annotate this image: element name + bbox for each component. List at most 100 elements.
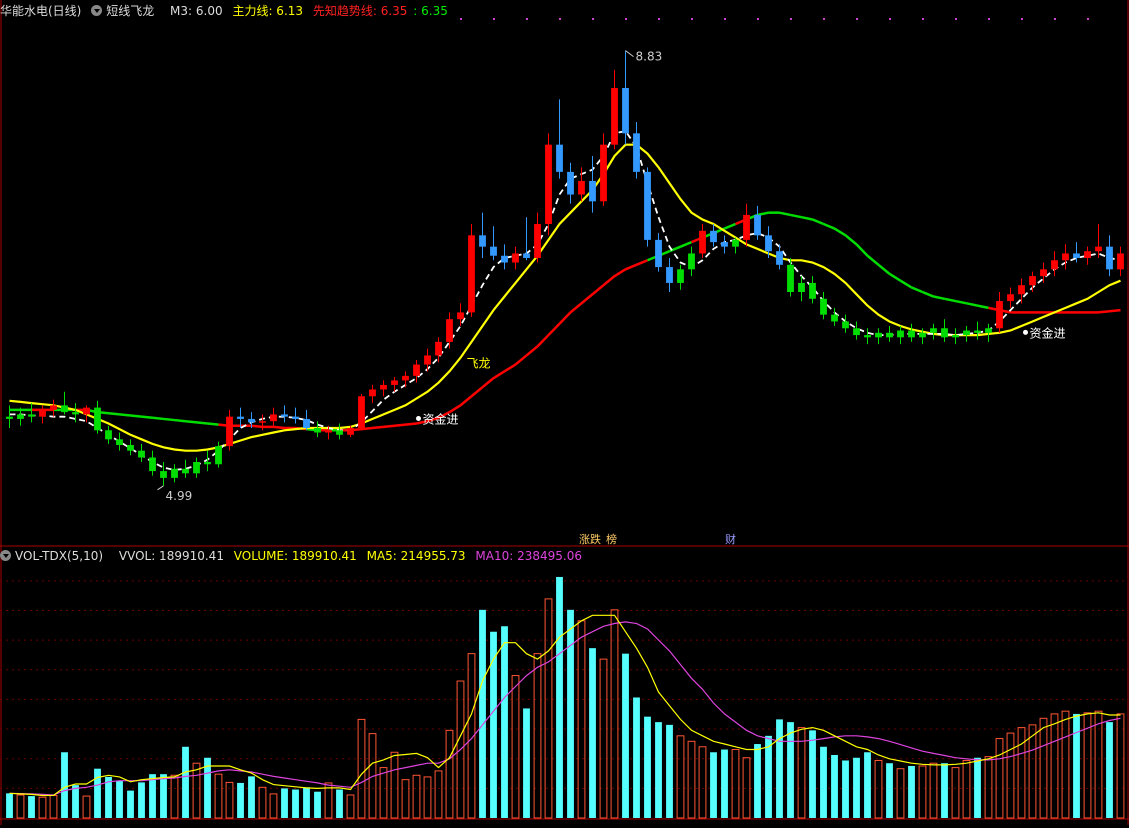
trend-line-segment bbox=[613, 268, 627, 278]
trend-line-segment bbox=[602, 275, 616, 287]
candle-body bbox=[215, 446, 222, 465]
main-indicator-lines bbox=[9, 130, 1121, 471]
top-dot-marker bbox=[625, 18, 627, 20]
candle-body bbox=[853, 328, 860, 336]
candle-body bbox=[6, 416, 13, 419]
volume-bar-down bbox=[28, 796, 35, 818]
candle-body bbox=[1084, 251, 1091, 258]
trend-line-segment bbox=[1109, 308, 1121, 313]
candle-body bbox=[523, 253, 530, 258]
volume-bar-down bbox=[479, 609, 486, 818]
ma10-line bbox=[9, 621, 1121, 796]
volume-bar-down bbox=[754, 744, 761, 818]
volume-bar-up bbox=[918, 765, 927, 819]
volume-bar-down bbox=[710, 752, 717, 818]
trend-line-segment bbox=[273, 425, 285, 430]
volume-value: VOLUME: 189910.41 bbox=[233, 549, 357, 563]
volume-bar-up bbox=[511, 675, 520, 819]
volume-bar-down bbox=[523, 708, 530, 818]
volume-bar-up bbox=[1061, 710, 1070, 819]
top-dot-marker bbox=[559, 18, 561, 20]
volume-bar-down bbox=[787, 722, 794, 818]
trend-line-segment bbox=[481, 377, 495, 389]
top-dot-marker bbox=[724, 18, 726, 20]
volume-bar-down bbox=[974, 757, 981, 818]
flag-cai[interactable]: 财 bbox=[723, 533, 738, 547]
flag-bang[interactable]: 榜 bbox=[604, 533, 619, 547]
xianzhi-label: 先知趋势线: 6.35 bbox=[312, 4, 408, 18]
volume-bar-up bbox=[544, 598, 553, 819]
candle-body bbox=[380, 384, 387, 390]
candle-body bbox=[1051, 260, 1058, 270]
candle-body bbox=[820, 298, 827, 315]
trend-line-segment bbox=[459, 395, 473, 407]
flag-zhangdie[interactable]: 涨跌 bbox=[577, 533, 603, 547]
volume-bar-down bbox=[1106, 722, 1113, 818]
candle-body bbox=[501, 255, 508, 263]
volume-bar-up bbox=[192, 762, 201, 819]
volume-bar-up bbox=[599, 658, 608, 819]
candle-body bbox=[1007, 294, 1014, 302]
dropdown-icon[interactable] bbox=[0, 550, 11, 561]
candle-body bbox=[567, 171, 574, 195]
candle-body bbox=[787, 264, 794, 292]
volume-bar-down bbox=[831, 755, 838, 818]
candle-body bbox=[765, 235, 772, 252]
trend-line-segment bbox=[779, 211, 791, 217]
candle-body bbox=[556, 144, 563, 172]
top-dot-marker bbox=[592, 18, 594, 20]
volume-bar-down bbox=[314, 791, 321, 818]
volume-bar-up bbox=[346, 794, 355, 819]
candle-body bbox=[699, 230, 706, 254]
candle-body bbox=[985, 328, 992, 333]
top-dot-marker bbox=[757, 18, 759, 20]
top-dot-marker bbox=[823, 18, 825, 20]
volume-bar-up bbox=[874, 759, 883, 819]
feilong-label: 飞龙 bbox=[467, 357, 491, 371]
volume-bar-down bbox=[809, 730, 816, 818]
top-dot-marker bbox=[460, 18, 462, 20]
candle-body bbox=[325, 430, 332, 433]
volume-bar-down bbox=[622, 653, 629, 818]
candle-body bbox=[413, 364, 420, 376]
low-pointer bbox=[157, 485, 164, 491]
volume-bar-down bbox=[303, 787, 310, 818]
indicator-selector[interactable]: 短线飞龙 bbox=[91, 4, 160, 18]
trend-line-segment bbox=[757, 211, 769, 217]
chart-frame bbox=[0, 0, 1129, 825]
trend-line-segment bbox=[580, 293, 594, 305]
trend-line-segment bbox=[514, 354, 528, 366]
trend-line-segment bbox=[372, 425, 384, 430]
m3-value: M3: 6.00 bbox=[170, 4, 223, 18]
candle-body bbox=[270, 414, 277, 422]
volume-bar-up bbox=[412, 774, 421, 819]
dropdown-icon[interactable] bbox=[91, 5, 103, 16]
volume-bar-down bbox=[765, 735, 772, 818]
volume-bar-up bbox=[258, 786, 267, 819]
volume-header: VOL-TDX(5,10) VVOL: 189910.41 VOLUME: 18… bbox=[0, 546, 588, 566]
volume-bar-up bbox=[533, 653, 542, 819]
candle-body bbox=[754, 214, 761, 236]
candle-body bbox=[105, 430, 112, 440]
stock-title[interactable]: 华能水电(日线) bbox=[0, 4, 81, 18]
volume-bar-up bbox=[38, 796, 47, 819]
trend-line-segment bbox=[911, 286, 923, 294]
top-dot-marker bbox=[790, 18, 792, 20]
trend-line-segment bbox=[877, 263, 891, 275]
candle-body bbox=[39, 409, 46, 417]
volume-bar-down bbox=[61, 752, 68, 818]
trend-line-segment bbox=[141, 415, 153, 420]
candle-body bbox=[655, 239, 662, 268]
candle-body bbox=[457, 312, 464, 320]
volume-bar-down bbox=[72, 785, 79, 818]
volume-bar-up bbox=[984, 756, 993, 819]
top-dot-marker bbox=[691, 18, 693, 20]
volume-bar-down bbox=[292, 789, 299, 818]
volume-bar-up bbox=[49, 795, 58, 819]
candle-body bbox=[809, 282, 816, 299]
vol-indicator-selector[interactable]: VOL-TDX(5,10) bbox=[0, 549, 109, 563]
candle-body bbox=[710, 230, 717, 243]
volume-bar-down bbox=[776, 719, 783, 818]
candle-body bbox=[259, 421, 266, 423]
candle-body bbox=[468, 235, 475, 313]
